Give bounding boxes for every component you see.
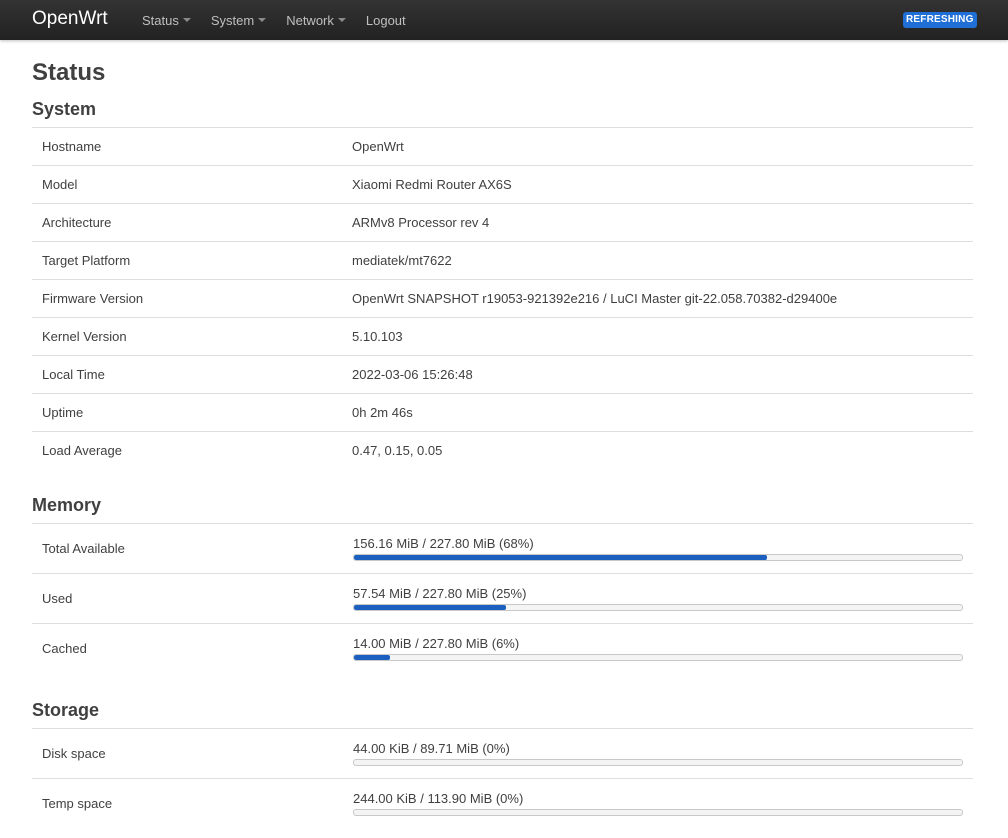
row-value: ARMv8 Processor rev 4	[352, 215, 490, 230]
table-row: Local Time 2022-03-06 15:26:48	[32, 355, 973, 393]
row-value: 0h 2m 46s	[352, 405, 413, 420]
menu-system[interactable]: System	[201, 0, 276, 40]
brand-link[interactable]: OpenWrt	[32, 8, 108, 30]
row-value: OpenWrt	[352, 139, 404, 154]
row-label: Local Time	[42, 367, 105, 382]
caret-down-icon	[258, 18, 267, 22]
progress-bar: 14.00 MiB / 227.80 MiB (6%)	[353, 636, 963, 661]
progress-text: 57.54 MiB / 227.80 MiB (25%)	[353, 586, 527, 601]
table-row: Kernel Version 5.10.103	[32, 317, 973, 355]
row-value: 2022-03-06 15:26:48	[352, 367, 473, 382]
table-row: Architecture ARMv8 Processor rev 4	[32, 203, 973, 241]
progress-track	[353, 604, 963, 611]
progress-track	[353, 554, 963, 561]
menu-system-label: System	[210, 12, 255, 28]
menu-status-label: Status	[142, 12, 179, 28]
table-row: Load Average 0.47, 0.15, 0.05	[32, 431, 973, 469]
row-value: 5.10.103	[352, 329, 403, 344]
row-label: Hostname	[42, 139, 102, 154]
row-label: Architecture	[42, 215, 112, 230]
table-row: Hostname OpenWrt	[32, 127, 973, 165]
refreshing-indicator[interactable]: REFRESHING	[903, 12, 977, 28]
row-value: Xiaomi Redmi Router AX6S	[352, 177, 512, 192]
table-row: Total Available 156.16 MiB / 227.80 MiB …	[32, 523, 973, 573]
progress-bar: 156.16 MiB / 227.80 MiB (68%)	[353, 536, 963, 561]
row-label: Cached	[42, 641, 87, 656]
section-title-system: System	[32, 99, 97, 119]
row-value: OpenWrt SNAPSHOT r19053-921392e216 / LuC…	[352, 291, 838, 306]
caret-down-icon	[337, 18, 346, 22]
row-label: Kernel Version	[42, 329, 127, 344]
menu-logout-label: Logout	[365, 12, 406, 28]
progress-fill	[354, 605, 506, 610]
row-label: Total Available	[42, 541, 125, 556]
row-label: Target Platform	[42, 253, 131, 268]
menu-status[interactable]: Status	[132, 0, 201, 40]
progress-text: 14.00 MiB / 227.80 MiB (6%)	[353, 636, 520, 651]
table-row: Cached 14.00 MiB / 227.80 MiB (6%)	[32, 623, 973, 673]
table-row: Uptime 0h 2m 46s	[32, 393, 973, 431]
memory-table: Total Available 156.16 MiB / 227.80 MiB …	[32, 523, 973, 673]
caret-down-icon	[182, 18, 191, 22]
row-label: Used	[42, 591, 73, 606]
row-label: Load Average	[42, 443, 122, 458]
main-menu: Status System Network Logout	[132, 0, 416, 40]
top-navbar: OpenWrt Status System Network Logout REF…	[0, 0, 1008, 40]
storage-table: Disk space 44.00 KiB / 89.71 MiB (0%) Te…	[32, 728, 973, 828]
menu-logout[interactable]: Logout	[356, 0, 416, 40]
page-title: Status	[32, 59, 106, 86]
progress-bar: 57.54 MiB / 227.80 MiB (25%)	[353, 586, 963, 611]
progress-text: 156.16 MiB / 227.80 MiB (68%)	[353, 536, 534, 551]
menu-network[interactable]: Network	[276, 0, 356, 40]
row-value: 0.47, 0.15, 0.05	[352, 443, 443, 458]
progress-track	[353, 759, 963, 766]
section-title-memory: Memory	[32, 495, 102, 515]
menu-network-label: Network	[286, 12, 334, 28]
progress-track	[353, 654, 963, 661]
table-row: Firmware Version OpenWrt SNAPSHOT r19053…	[32, 279, 973, 317]
progress-track	[353, 809, 963, 816]
row-label: Model	[42, 177, 78, 192]
row-label: Uptime	[42, 405, 84, 420]
table-row: Used 57.54 MiB / 227.80 MiB (25%)	[32, 573, 973, 623]
progress-text: 244.00 KiB / 113.90 MiB (0%)	[353, 791, 524, 806]
progress-fill	[354, 655, 391, 660]
table-row: Temp space 244.00 KiB / 113.90 MiB (0%)	[32, 778, 973, 828]
progress-bar: 44.00 KiB / 89.71 MiB (0%)	[353, 741, 963, 766]
row-label: Disk space	[42, 746, 106, 761]
progress-bar: 244.00 KiB / 113.90 MiB (0%)	[353, 791, 963, 816]
system-table: Hostname OpenWrt Model Xiaomi Redmi Rout…	[32, 127, 973, 469]
row-label: Firmware Version	[42, 291, 144, 306]
row-value: mediatek/mt7622	[352, 253, 452, 268]
table-row: Model Xiaomi Redmi Router AX6S	[32, 165, 973, 203]
table-row: Disk space 44.00 KiB / 89.71 MiB (0%)	[32, 728, 973, 778]
section-title-storage: Storage	[32, 700, 100, 720]
row-label: Temp space	[42, 796, 113, 811]
table-row: Target Platform mediatek/mt7622	[32, 241, 973, 279]
progress-text: 44.00 KiB / 89.71 MiB (0%)	[353, 741, 510, 756]
progress-fill	[354, 555, 768, 560]
